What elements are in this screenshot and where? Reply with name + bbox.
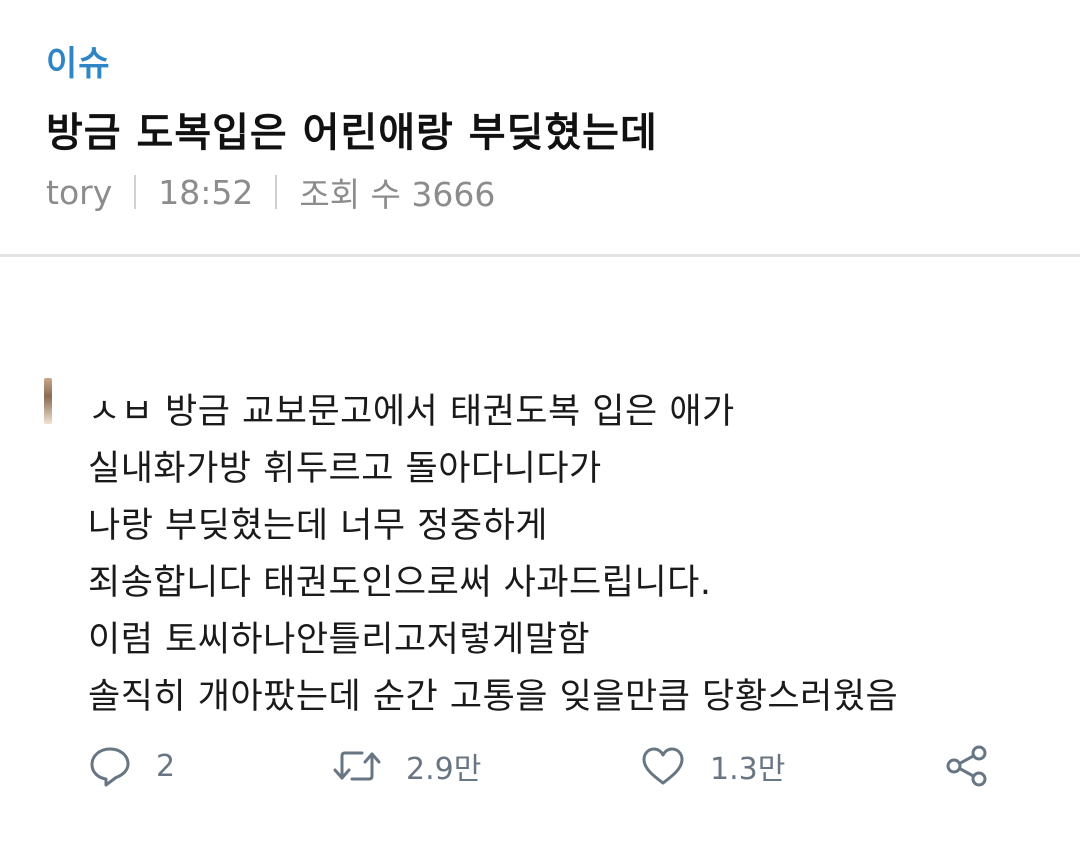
reply-button[interactable]: 2 bbox=[88, 738, 175, 794]
heart-icon bbox=[640, 744, 686, 788]
view-count: 조회 수 3666 bbox=[299, 175, 496, 214]
author-name[interactable]: tory bbox=[46, 173, 112, 212]
tweet-line: 실내화가방 휘두르고 돌아다니다가 bbox=[88, 449, 602, 489]
category-label[interactable]: 이슈 bbox=[46, 36, 111, 85]
share-button[interactable] bbox=[944, 738, 990, 794]
post-title: 방금 도복입은 어린애랑 부딪혔는데 bbox=[46, 110, 658, 156]
share-icon bbox=[944, 744, 990, 788]
reply-bubble-icon bbox=[88, 744, 132, 788]
meta-separator bbox=[275, 175, 278, 209]
tweet-line: ㅅㅂ 방금 교보문고에서 태권도복 입은 애가 bbox=[88, 392, 735, 432]
header-divider bbox=[0, 254, 1080, 257]
cropped-avatar-edge bbox=[44, 378, 52, 424]
tweet-line: 나랑 부딪혔는데 너무 정중하게 bbox=[88, 506, 548, 546]
like-count: 1.3만 bbox=[710, 752, 786, 787]
tweet-line: 이럼 토씨하나안틀리고저렇게말함 bbox=[88, 620, 591, 660]
meta-separator bbox=[134, 175, 137, 209]
post-meta: tory 18:52 조회 수 3666 bbox=[46, 170, 496, 215]
like-button[interactable]: 1.3만 bbox=[640, 738, 785, 794]
tweet-actions: 2 2.9만 1.3만 bbox=[0, 738, 1080, 794]
retweet-button[interactable]: 2.9만 bbox=[332, 738, 481, 794]
tweet-card: ㅅㅂ 방금 교보문고에서 태권도복 입은 애가 실내화가방 휘두르고 돌아다니다… bbox=[0, 258, 1080, 847]
retweet-icon bbox=[332, 744, 382, 788]
reply-count: 2 bbox=[156, 748, 176, 784]
tweet-line: 솔직히 개아팠는데 순간 고통을 잊을만큼 당황스러웠음 bbox=[88, 677, 899, 717]
post-time: 18:52 bbox=[158, 172, 254, 212]
tweet-text: ㅅㅂ 방금 교보문고에서 태권도복 입은 애가 실내화가방 휘두르고 돌아다니다… bbox=[88, 384, 1048, 726]
post-header: 이슈 방금 도복입은 어린애랑 부딪혔는데 tory 18:52 조회 수 36… bbox=[0, 0, 1080, 256]
retweet-count: 2.9만 bbox=[406, 752, 482, 787]
tweet-line: 죄송합니다 태권도인으로써 사과드립니다. bbox=[88, 563, 712, 603]
